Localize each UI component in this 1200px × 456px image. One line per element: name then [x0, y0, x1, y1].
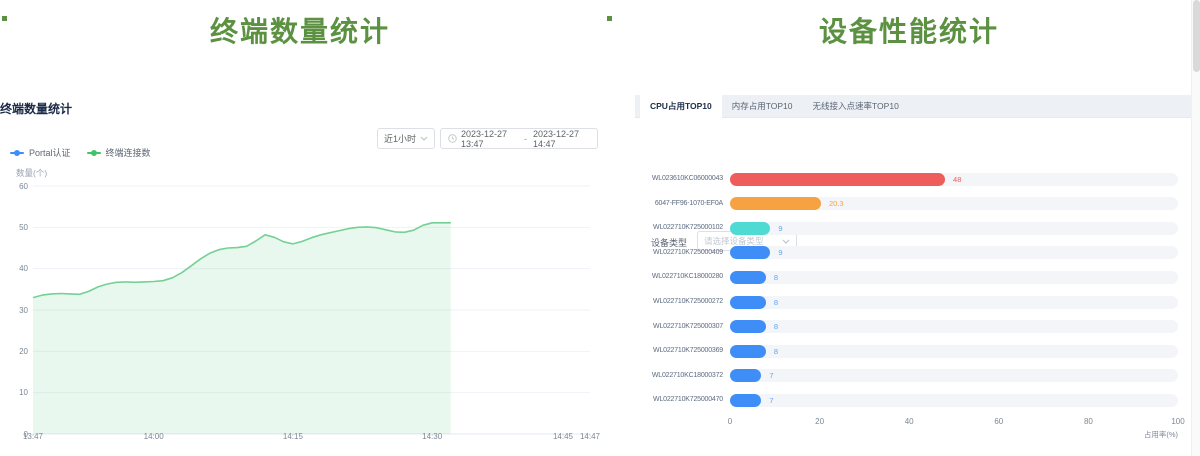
bar	[730, 369, 761, 382]
y-axis-title: 数量(个)	[16, 167, 47, 179]
x-axis-title: 占用率(%)	[1118, 429, 1178, 440]
left-panel-title: 终端数量统计	[0, 100, 72, 117]
bar-track	[730, 394, 1178, 407]
bar-category-label: WL022710KC18000280	[635, 273, 723, 280]
x-axis-tick: 80	[1073, 417, 1103, 426]
bar	[730, 271, 766, 284]
chart-legend: Portal认证 终端连接数	[10, 146, 151, 159]
bar-value-label: 8	[774, 347, 778, 356]
bar-category-label: WL022710K725000102	[635, 224, 723, 231]
tab-wireless-rate-top10[interactable]: 无线接入点速率TOP10	[803, 95, 909, 117]
chevron-down-icon	[420, 136, 428, 141]
x-axis-tick: 14:30	[412, 432, 452, 441]
x-axis-tick: 20	[805, 417, 835, 426]
bar-value-label: 8	[774, 298, 778, 307]
bar	[730, 345, 766, 358]
bar-category-label: WL022710K725000470	[635, 396, 723, 403]
y-axis-tick: 60	[4, 182, 28, 191]
clock-icon	[448, 134, 457, 143]
bar-value-label: 8	[774, 322, 778, 331]
bar	[730, 173, 945, 186]
time-range-value: 近1小时	[384, 132, 416, 145]
scrollbar-track[interactable]	[1191, 0, 1200, 456]
x-axis-tick: 14:15	[273, 432, 313, 441]
right-section-header: 设备性能统计	[620, 12, 1198, 52]
bar-category-label: WL022710KC18000372	[635, 372, 723, 379]
x-axis-tick: 100	[1163, 417, 1193, 426]
bar-track	[730, 222, 1178, 235]
legend-label: 终端连接数	[106, 146, 151, 159]
x-axis-tick: 40	[894, 417, 924, 426]
left-section-header: 终端数量统计	[0, 12, 600, 52]
scrollbar-thumb[interactable]	[1193, 0, 1200, 72]
x-axis-tick: 13:47	[13, 432, 53, 441]
series-area	[33, 223, 451, 434]
line-chart-svg	[0, 180, 600, 456]
bar-category-label: WL022710K725000272	[635, 298, 723, 305]
bar-track	[730, 296, 1178, 309]
date-range-start: 2023-12-27 13:47	[461, 129, 518, 149]
date-range-separator: -	[522, 134, 529, 144]
bar-track	[730, 345, 1178, 358]
tab-memory-top10[interactable]: 内存占用TOP10	[722, 95, 803, 117]
horizontal-bar-chart: WL023610KC06000043 48 6047-FF96-1070-EF0A 2…	[635, 167, 1192, 447]
legend-item-terminal-connections[interactable]: 终端连接数	[87, 146, 151, 159]
bar-value-label: 7	[769, 371, 773, 380]
y-axis-tick: 50	[4, 223, 28, 232]
date-range-picker[interactable]: 2023-12-27 13:47 - 2023-12-27 14:47	[440, 128, 598, 149]
tab-bar: CPU占用TOP10内存占用TOP10无线接入点速率TOP10	[635, 95, 1192, 118]
bar-category-label: 6047-FF96-1070-EF0A	[635, 200, 723, 207]
line-area-chart: 010203040506013:4714:0014:1514:3014:4514…	[0, 180, 600, 456]
bar	[730, 197, 821, 210]
bar-track	[730, 271, 1178, 284]
bar-track	[730, 320, 1178, 333]
bar	[730, 222, 770, 235]
x-axis-tick: 60	[984, 417, 1014, 426]
legend-marker-icon	[87, 152, 101, 154]
bar-value-label: 9	[778, 224, 782, 233]
bar-value-label: 20.3	[829, 199, 844, 208]
y-axis-tick: 40	[4, 264, 28, 273]
bar	[730, 394, 761, 407]
right-header-bullet	[607, 16, 612, 21]
y-axis-tick: 20	[4, 347, 28, 356]
bar-category-label: WL022710K725000409	[635, 249, 723, 256]
bar	[730, 296, 766, 309]
bar	[730, 320, 766, 333]
bar-category-label: WL022710K725000369	[635, 347, 723, 354]
legend-label: Portal认证	[29, 146, 71, 159]
x-axis-tick: 0	[715, 417, 745, 426]
bar-track	[730, 246, 1178, 259]
x-axis-tick: 14:00	[134, 432, 174, 441]
bar-category-label: WL023610KC06000043	[635, 175, 723, 182]
device-performance-card: CPU占用TOP10内存占用TOP10无线接入点速率TOP10 设备类型 请选择…	[635, 95, 1192, 456]
bar-track	[730, 197, 1178, 210]
bar-track	[730, 369, 1178, 382]
bar-category-label: WL022710K725000307	[635, 323, 723, 330]
time-range-select[interactable]: 近1小时	[377, 128, 435, 149]
tab-cpu-top10[interactable]: CPU占用TOP10	[640, 95, 722, 119]
bar-value-label: 48	[953, 175, 961, 184]
y-axis-tick: 10	[4, 388, 28, 397]
y-axis-tick: 30	[4, 306, 28, 315]
bar-value-label: 9	[778, 248, 782, 257]
bar-value-label: 8	[774, 273, 778, 282]
bar	[730, 246, 770, 259]
x-axis-tick: 14:47	[570, 432, 610, 441]
legend-item-portal[interactable]: Portal认证	[10, 146, 71, 159]
date-range-end: 2023-12-27 14:47	[533, 129, 590, 149]
bar-value-label: 7	[769, 396, 773, 405]
legend-marker-icon	[10, 152, 24, 154]
